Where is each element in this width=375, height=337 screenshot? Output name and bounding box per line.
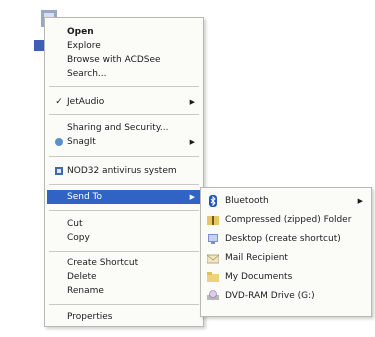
- menu-item-rename-label: Rename: [67, 286, 104, 296]
- menu-item-properties[interactable]: Properties: [47, 310, 201, 324]
- menu-item-copy-label: Copy: [67, 233, 90, 243]
- menu-item-browse-acdsee[interactable]: Browse with ACDSee: [47, 53, 201, 67]
- send-to-desktop-label: Desktop (create shortcut): [225, 234, 341, 244]
- menu-item-jetaudio-label: JetAudio: [67, 97, 105, 107]
- menu-item-send-to[interactable]: Send To ▶: [47, 190, 201, 204]
- menu-item-search-label: Search...: [67, 69, 107, 79]
- send-to-dvd-drive[interactable]: DVD-RAM Drive (G:): [203, 288, 369, 304]
- menu-item-rename[interactable]: Rename: [47, 284, 201, 298]
- menu-separator: [49, 114, 199, 115]
- menu-item-jetaudio[interactable]: ✓ JetAudio ▶: [47, 95, 201, 109]
- menu-separator: [49, 210, 199, 211]
- menu-separator: [49, 184, 199, 185]
- menu-separator: [49, 86, 199, 87]
- submenu-arrow-icon: ▶: [357, 197, 363, 205]
- menu-separator: [49, 156, 199, 157]
- menu-item-open-label: Open: [67, 27, 94, 37]
- send-to-bluetooth-label: Bluetooth: [225, 196, 269, 206]
- menu-item-create-shortcut[interactable]: Create Shortcut: [47, 256, 201, 270]
- menu-separator: [49, 304, 199, 305]
- menu-item-copy[interactable]: Copy: [47, 231, 201, 245]
- send-to-dvd-drive-label: DVD-RAM Drive (G:): [225, 291, 315, 301]
- send-to-compressed-folder-label: Compressed (zipped) Folder: [225, 215, 352, 225]
- desktop-icon: [207, 233, 219, 245]
- menu-item-open[interactable]: Open: [47, 25, 201, 39]
- send-to-submenu: Bluetooth ▶ Compressed (zipped) Folder D…: [200, 187, 372, 317]
- menu-item-explore[interactable]: Explore: [47, 39, 201, 53]
- submenu-arrow-icon: ▶: [189, 193, 195, 201]
- nod32-icon: [53, 164, 65, 181]
- send-to-desktop[interactable]: Desktop (create shortcut): [203, 231, 369, 247]
- send-to-compressed-folder[interactable]: Compressed (zipped) Folder: [203, 212, 369, 228]
- bluetooth-icon: [207, 195, 219, 207]
- menu-item-delete-label: Delete: [67, 272, 97, 282]
- context-menu: Open Explore Browse with ACDSee Search..…: [44, 17, 204, 327]
- snagit-icon: [53, 135, 65, 152]
- documents-folder-icon: [207, 271, 219, 283]
- send-to-bluetooth[interactable]: Bluetooth ▶: [203, 193, 369, 209]
- menu-item-delete[interactable]: Delete: [47, 270, 201, 284]
- send-to-my-documents[interactable]: My Documents: [203, 269, 369, 285]
- menu-item-nod32[interactable]: NOD32 antivirus system: [47, 164, 201, 178]
- menu-item-create-shortcut-label: Create Shortcut: [67, 258, 139, 268]
- zip-folder-icon: [207, 214, 219, 226]
- menu-item-explore-label: Explore: [67, 41, 101, 51]
- send-to-mail-recipient[interactable]: Mail Recipient: [203, 250, 369, 266]
- menu-item-browse-acdsee-label: Browse with ACDSee: [67, 55, 161, 65]
- submenu-arrow-icon: ▶: [189, 138, 195, 146]
- mail-icon: [206, 252, 220, 264]
- menu-item-sharing-security[interactable]: Sharing and Security...: [47, 121, 201, 135]
- menu-separator: [49, 251, 199, 252]
- menu-item-cut-label: Cut: [67, 219, 83, 229]
- submenu-arrow-icon: ▶: [189, 98, 195, 106]
- menu-item-search[interactable]: Search...: [47, 67, 201, 81]
- menu-item-cut[interactable]: Cut: [47, 217, 201, 231]
- menu-item-sharing-security-label: Sharing and Security...: [67, 123, 169, 133]
- menu-item-properties-label: Properties: [67, 312, 113, 322]
- send-to-my-documents-label: My Documents: [225, 272, 293, 282]
- send-to-mail-recipient-label: Mail Recipient: [225, 253, 288, 263]
- menu-item-send-to-label: Send To: [67, 192, 103, 202]
- menu-item-snagit[interactable]: SnagIt ▶: [47, 135, 201, 149]
- menu-item-snagit-label: SnagIt: [67, 137, 96, 147]
- menu-item-nod32-label: NOD32 antivirus system: [67, 166, 177, 176]
- dvd-drive-icon: [207, 290, 219, 302]
- checkmark-icon: ✓: [55, 97, 63, 107]
